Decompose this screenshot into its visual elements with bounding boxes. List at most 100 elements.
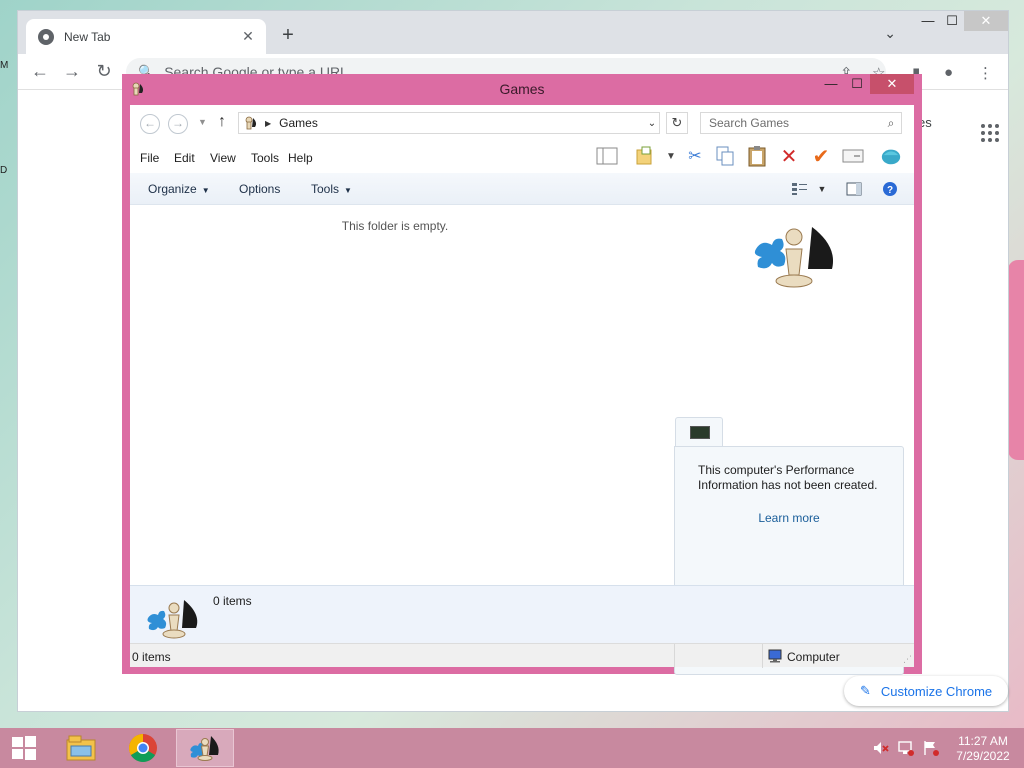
games-explorer-window: Games — ☐ ✕ ← → ▼ ↑ ▶ Games ⌄ ↻ Search G…: [122, 74, 922, 675]
chrome-close-button[interactable]: ✕: [964, 11, 1008, 31]
options-label: Options: [239, 182, 281, 196]
details-item-count: 0 items: [213, 594, 252, 608]
games-titlebar[interactable]: Games — ☐ ✕: [122, 74, 922, 104]
details-pane: 0 items: [130, 585, 914, 643]
performance-tab[interactable]: [675, 417, 723, 447]
customize-chrome-label: Customize Chrome: [880, 683, 993, 699]
games-explorer-logo: [754, 227, 834, 288]
taskbar-chrome[interactable]: [114, 729, 172, 767]
tab-search-chevron-icon[interactable]: ⌄: [884, 25, 896, 42]
organize-chevron-icon: ▼: [201, 186, 210, 195]
learn-more-link[interactable]: Learn more: [675, 511, 903, 525]
command-bar: Organize ▼ Options Tools ▼ ▼ ?: [130, 173, 914, 205]
network-icon[interactable]: [897, 740, 915, 756]
games-client-area: ← → ▼ ↑ ▶ Games ⌄ ↻ Search Games ⌕ File …: [130, 105, 914, 675]
search-icon: ⌕: [887, 115, 895, 130]
windows-logo-icon: [12, 736, 36, 760]
desktop-edge-glyph: M: [0, 60, 9, 71]
status-item-count: 0 items: [132, 650, 171, 664]
games-maximize-button[interactable]: ☐: [844, 74, 870, 94]
games-close-button[interactable]: ✕: [870, 74, 914, 94]
action-center-flag-icon[interactable]: [922, 740, 940, 756]
desktop-edge-glyph: D: [0, 165, 8, 176]
monitor-icon: [690, 426, 710, 439]
games-minimize-button[interactable]: —: [818, 74, 844, 94]
cut-icon[interactable]: ✂: [684, 145, 706, 167]
paste-icon[interactable]: [746, 145, 768, 167]
address-row: ← → ▼ ↑ ▶ Games ⌄ ↻ Search Games ⌕: [130, 105, 914, 141]
pencil-icon: ✎: [860, 683, 871, 698]
svg-text:?: ?: [887, 185, 893, 196]
status-bar: 0 items Computer ⋰: [130, 643, 914, 668]
rename-icon[interactable]: [842, 145, 864, 167]
breadcrumb-chevron-icon[interactable]: ▶: [265, 119, 271, 128]
copy-icon[interactable]: [714, 145, 736, 167]
start-button[interactable]: [0, 728, 48, 768]
delete-icon[interactable]: ✕: [778, 145, 800, 168]
layout-pane-icon[interactable]: [596, 145, 618, 167]
help-icon[interactable]: ?: [880, 179, 900, 199]
options-button[interactable]: Options: [239, 182, 280, 196]
up-arrow-icon[interactable]: ↑: [218, 113, 226, 131]
menu-tools[interactable]: Tools: [251, 151, 279, 165]
view-dropdown-icon[interactable]: ▼: [812, 179, 832, 199]
menu-file[interactable]: File: [140, 151, 159, 165]
tools-button[interactable]: Tools ▼: [311, 182, 352, 196]
games-folder-icon: [245, 116, 257, 130]
file-list-area[interactable]: This folder is empty. This computer's Pe…: [130, 205, 914, 675]
taskbar-file-explorer[interactable]: [52, 729, 110, 767]
taskbar-games[interactable]: [176, 729, 234, 767]
close-tab-icon[interactable]: ✕: [240, 28, 256, 45]
empty-folder-message: This folder is empty.: [341, 219, 449, 233]
properties-check-icon[interactable]: ✔: [810, 145, 832, 168]
reload-icon[interactable]: ↻: [92, 60, 116, 84]
chrome-maximize-button[interactable]: ☐: [940, 11, 964, 31]
chrome-minimize-button[interactable]: —: [916, 11, 940, 31]
status-divider: [762, 644, 763, 668]
chrome-tab-new-tab[interactable]: New Tab ✕: [26, 19, 266, 54]
chrome-tabstrip: New Tab ✕ + ⌄ — ☐ ✕: [18, 11, 1008, 54]
taskbar-clock[interactable]: 11:27 AM 7/29/2022: [948, 734, 1018, 764]
games-window-title: Games: [499, 81, 545, 97]
google-apps-icon[interactable]: [981, 124, 999, 142]
desktop-wallpaper-shape: [1008, 260, 1024, 460]
back-button[interactable]: ←: [140, 114, 160, 134]
forward-arrow-icon[interactable]: →: [60, 60, 84, 84]
menu-help[interactable]: Help: [288, 151, 313, 165]
forward-button[interactable]: →: [168, 114, 188, 134]
volume-muted-icon[interactable]: [872, 740, 890, 756]
organize-label: Organize: [148, 182, 197, 196]
dropdown-arrow-icon[interactable]: ▼: [660, 145, 682, 167]
profile-avatar-icon[interactable]: ●: [944, 64, 953, 81]
customize-chrome-button[interactable]: ✎ Customize Chrome: [844, 676, 1008, 706]
resize-grip-icon[interactable]: ⋰: [903, 654, 912, 665]
search-placeholder: Search Games: [709, 116, 790, 130]
back-arrow-icon[interactable]: ←: [28, 60, 52, 84]
refresh-icon[interactable]: ↻: [666, 112, 688, 134]
menu-edit[interactable]: Edit: [174, 151, 195, 165]
chrome-icon: [129, 734, 157, 762]
chrome-favicon-icon: [38, 28, 54, 45]
status-divider: [674, 644, 675, 668]
file-explorer-icon: [66, 735, 96, 761]
recent-locations-chevron-icon[interactable]: ▼: [198, 117, 207, 127]
folder-options-icon[interactable]: [634, 145, 656, 167]
chrome-menu-icon[interactable]: ⋮: [978, 64, 993, 82]
clock-time: 11:27 AM: [958, 734, 1008, 748]
new-tab-button[interactable]: +: [276, 24, 300, 48]
address-bar[interactable]: ▶ Games ⌄: [238, 112, 660, 134]
status-location: Computer: [787, 650, 840, 664]
address-dropdown-icon[interactable]: ⌄: [645, 118, 659, 129]
search-games-input[interactable]: Search Games ⌕: [700, 112, 902, 134]
menu-bar: File Edit View Tools Help ▼ ✂ ✕ ✔: [130, 141, 914, 173]
view-options-icon[interactable]: [790, 179, 810, 199]
menu-view[interactable]: View: [210, 151, 236, 165]
games-explorer-icon: [190, 736, 219, 761]
chrome-tab-title: New Tab: [64, 29, 111, 44]
globe-icon[interactable]: [880, 145, 902, 167]
breadcrumb-games[interactable]: Games: [279, 116, 645, 130]
performance-message: This computer's Performance Information …: [698, 463, 878, 492]
preview-pane-icon[interactable]: [844, 179, 864, 199]
organize-button[interactable]: Organize ▼: [148, 182, 210, 196]
tools-label: Tools: [311, 182, 340, 196]
